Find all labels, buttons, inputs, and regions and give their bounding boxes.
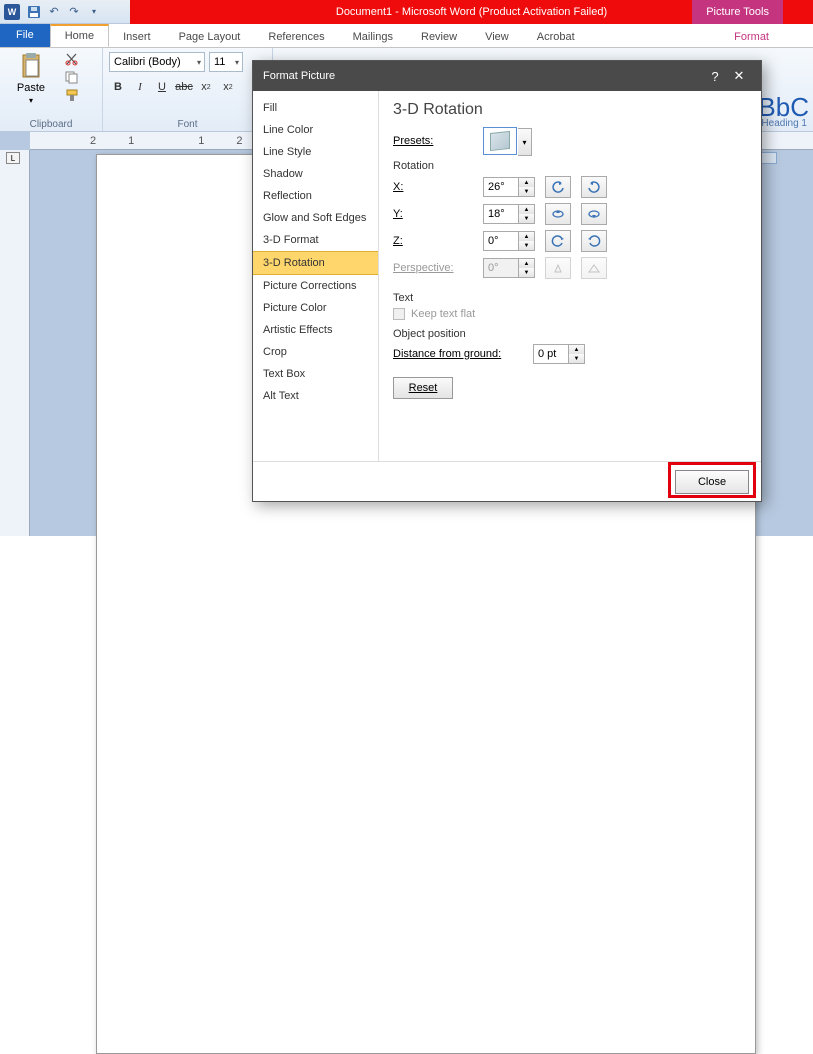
reset-button[interactable]: Reset	[393, 377, 453, 399]
tab-view[interactable]: View	[471, 27, 523, 47]
sidebar-item-alt-text[interactable]: Alt Text	[253, 385, 378, 407]
rot-y-input[interactable]: ▲▼	[483, 204, 535, 224]
redo-icon[interactable]: ↷	[66, 4, 82, 20]
perspective-label: Perspective:	[393, 262, 473, 274]
sidebar-item-picture-color[interactable]: Picture Color	[253, 297, 378, 319]
format-picture-dialog: Format Picture ? ✕ Fill Line Color Line …	[252, 60, 762, 502]
presets-label: Presets:	[393, 135, 473, 147]
sidebar-item-line-style[interactable]: Line Style	[253, 141, 378, 163]
chevron-down-icon[interactable]: ▾	[518, 128, 532, 156]
save-icon[interactable]	[26, 4, 42, 20]
copy-icon[interactable]	[64, 70, 100, 84]
subscript-button[interactable]: x2	[197, 78, 215, 96]
sidebar-item-shadow[interactable]: Shadow	[253, 163, 378, 185]
word-icon: W	[4, 4, 20, 20]
rot-x-input[interactable]: ▲▼	[483, 177, 535, 197]
distance-label: Distance from ground:	[393, 348, 523, 360]
font-name-select[interactable]: Calibri (Body)	[109, 52, 205, 72]
cut-icon[interactable]	[64, 52, 100, 66]
distance-input[interactable]: ▲▼	[533, 344, 585, 364]
qat-dropdown-icon[interactable]: ▾	[86, 4, 102, 20]
rot-x-left-icon[interactable]	[545, 176, 571, 198]
sidebar-item-3d-format[interactable]: 3-D Format	[253, 229, 378, 251]
tab-acrobat[interactable]: Acrobat	[523, 27, 589, 47]
checkbox-icon	[393, 308, 405, 320]
chevron-down-icon: ▾	[29, 96, 33, 105]
titlebar: Document1 - Microsoft Word (Product Acti…	[0, 0, 813, 24]
preset-preview-icon	[490, 131, 510, 151]
rot-x-label: X:	[393, 181, 473, 193]
tab-home[interactable]: Home	[50, 24, 109, 47]
dialog-titlebar[interactable]: Format Picture ? ✕	[253, 61, 761, 91]
tab-format[interactable]: Format	[720, 27, 783, 47]
persp-wide-icon	[581, 257, 607, 279]
group-label-clipboard: Clipboard	[0, 119, 102, 130]
text-section-label: Text	[393, 292, 747, 304]
rot-z-ccw-icon[interactable]	[545, 230, 571, 252]
rot-x-right-icon[interactable]	[581, 176, 607, 198]
sidebar-item-text-box[interactable]: Text Box	[253, 363, 378, 385]
rot-z-input[interactable]: ▲▼	[483, 231, 535, 251]
tab-page-layout[interactable]: Page Layout	[165, 27, 255, 47]
rotation-section-label: Rotation	[393, 160, 747, 172]
underline-button[interactable]: U	[153, 78, 171, 96]
sidebar-item-crop[interactable]: Crop	[253, 341, 378, 363]
tab-selector-icon[interactable]: L	[6, 152, 20, 164]
paste-label: Paste	[17, 82, 45, 94]
tab-insert[interactable]: Insert	[109, 27, 165, 47]
sidebar-item-fill[interactable]: Fill	[253, 97, 378, 119]
bold-button[interactable]: B	[109, 78, 127, 96]
font-size-select[interactable]: 11	[209, 52, 243, 72]
sidebar-item-reflection[interactable]: Reflection	[253, 185, 378, 207]
undo-icon[interactable]: ↶	[46, 4, 62, 20]
rot-z-label: Z:	[393, 235, 473, 247]
dialog-title: Format Picture	[263, 70, 703, 82]
sidebar-item-picture-corrections[interactable]: Picture Corrections	[253, 275, 378, 297]
keep-text-flat-checkbox: Keep text flat	[393, 308, 747, 320]
rot-y-label: Y:	[393, 208, 473, 220]
sidebar-item-3d-rotation[interactable]: 3-D Rotation	[253, 251, 378, 275]
sidebar-item-glow[interactable]: Glow and Soft Edges	[253, 207, 378, 229]
picture-tools-tab[interactable]: Picture Tools	[692, 0, 783, 24]
format-painter-icon[interactable]	[64, 88, 100, 102]
rot-y-up-icon[interactable]	[545, 203, 571, 225]
dialog-sidebar: Fill Line Color Line Style Shadow Reflec…	[253, 91, 379, 461]
tab-file[interactable]: File	[0, 23, 50, 47]
style-name: Heading 1	[761, 118, 807, 129]
sidebar-item-line-color[interactable]: Line Color	[253, 119, 378, 141]
quick-access-toolbar: ↶ ↷ ▾	[24, 4, 102, 20]
group-label-font: Font	[103, 119, 272, 130]
object-position-label: Object position	[393, 328, 747, 340]
clipboard-icon	[19, 52, 43, 80]
rot-y-down-icon[interactable]	[581, 203, 607, 225]
help-icon[interactable]: ?	[703, 69, 727, 84]
presets-dropdown[interactable]: ▾	[483, 127, 517, 155]
strike-button[interactable]: abc	[175, 78, 193, 96]
ribbon-tabs: File Home Insert Page Layout References …	[0, 24, 813, 48]
close-icon[interactable]: ✕	[727, 68, 751, 84]
sidebar-item-artistic-effects[interactable]: Artistic Effects	[253, 319, 378, 341]
superscript-button[interactable]: x2	[219, 78, 237, 96]
rot-z-cw-icon[interactable]	[581, 230, 607, 252]
perspective-input: ▲▼	[483, 258, 535, 278]
italic-button[interactable]: I	[131, 78, 149, 96]
close-button[interactable]: Close	[675, 470, 749, 494]
tab-mailings[interactable]: Mailings	[339, 27, 407, 47]
tab-review[interactable]: Review	[407, 27, 471, 47]
panel-heading: 3-D Rotation	[393, 101, 747, 119]
persp-narrow-icon	[545, 257, 571, 279]
dialog-main: 3-D Rotation Presets: ▾ Rotation X: ▲▼ Y…	[379, 91, 761, 461]
vertical-ruler[interactable]: L	[0, 150, 30, 536]
tab-references[interactable]: References	[254, 27, 338, 47]
